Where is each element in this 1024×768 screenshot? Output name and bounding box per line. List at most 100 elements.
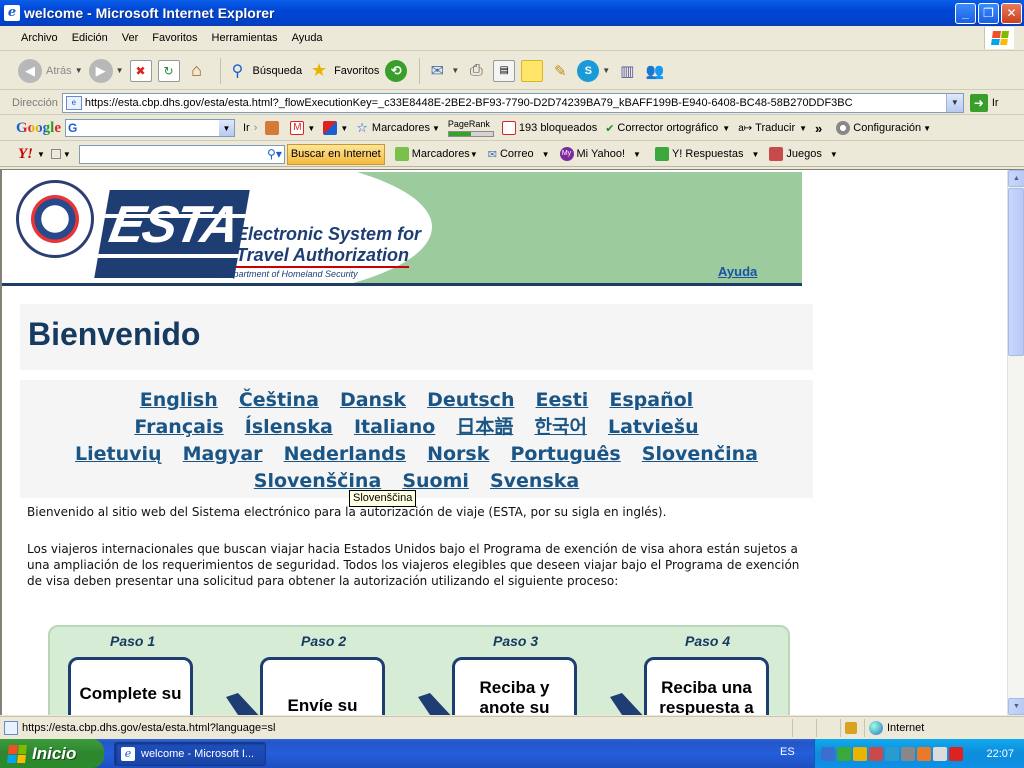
refresh-button[interactable]: ↻ [157,59,180,82]
lang-link-svenska[interactable]: Svenska [490,469,579,493]
taskbar: Inicio e welcome - Microsoft I... ES 22:… [0,739,1024,768]
lang-link-english[interactable]: English [140,388,218,412]
address-url[interactable]: https://esta.cbp.dhs.gov/esta/esta.html?… [85,97,946,109]
start-button[interactable]: Inicio [0,739,104,768]
language-indicator[interactable]: ES [780,746,795,758]
menu-archivo[interactable]: Archivo [14,32,65,44]
lang-link-islenska[interactable]: Íslenska [245,415,333,439]
yahoo-search-input[interactable]: ⚲▾ [78,144,285,164]
go-button[interactable]: ➜ Ir [969,93,999,112]
home-button[interactable]: ⌂ [186,60,208,82]
menu-ayuda[interactable]: Ayuda [285,32,330,44]
lang-link-dansk[interactable]: Dansk [340,388,406,412]
google-go-button[interactable]: Ir › [243,122,257,134]
gmail-button[interactable]: M ▼ [290,121,315,135]
zone-cell: Internet [864,718,1024,737]
google-bookmarks-button[interactable]: ☆ Marcadores ▼ [356,120,440,136]
google-apps-button[interactable]: ▼ [323,121,348,135]
address-input[interactable]: e https://esta.cbp.dhs.gov/esta/esta.htm… [61,92,964,113]
favorites-button[interactable]: ★ Favoritos [308,60,379,82]
minimize-button[interactable]: _ [955,2,976,24]
skype-button[interactable]: S ▼ [577,59,610,82]
menu-herramientas[interactable]: Herramientas [205,32,285,44]
menu-ver[interactable]: Ver [115,32,146,44]
lang-link-lietuviu[interactable]: Lietuvių [75,442,162,466]
my-yahoo-button[interactable]: My Mi Yahoo! ▼ [559,147,641,161]
magnifier-icon[interactable]: ⚲▾ [267,147,282,161]
spellcheck-button[interactable]: ✔ Corrector ortográfico ▼ [605,122,730,135]
lang-link-norsk[interactable]: Norsk [427,442,489,466]
lang-link-korean[interactable]: 한국어 [534,415,586,439]
vertical-scrollbar[interactable]: ▲ ▼ [1007,170,1024,715]
esta-logo-text: ESTA [105,196,243,254]
scroll-thumb[interactable] [1008,188,1024,356]
close-button[interactable]: ✕ [1001,2,1022,24]
lang-link-espanol[interactable]: Español [609,388,693,412]
security-cell[interactable] [840,718,864,737]
lang-link-magyar[interactable]: Magyar [183,442,263,466]
maximize-button[interactable]: ❐ [978,2,999,24]
print-button[interactable]: ⎙ [465,60,487,82]
google-search-dropdown-icon[interactable]: ▼ [219,120,234,136]
pagerank-indicator[interactable]: PageRank [447,119,494,137]
notes-button[interactable] [521,59,544,82]
lang-link-cestina[interactable]: Čeština [239,388,319,412]
research-book-button[interactable]: ▥ [616,60,638,82]
menu-edicion[interactable]: Edición [65,32,115,44]
yahoo-games-button[interactable]: Juegos ▼ [769,147,838,161]
google-settings-button[interactable]: Configuración ▼ [836,121,931,135]
lang-link-francais[interactable]: Français [134,415,223,439]
yahoo-logo[interactable]: Y! [18,146,33,163]
tray-icon[interactable] [901,746,915,761]
lang-link-japanese[interactable]: 日本語 [456,415,513,439]
google-logo[interactable]: Google [16,120,61,137]
yahoo-answers-button[interactable]: Y! Respuestas ▼ [654,147,759,161]
tray-icon[interactable] [821,746,835,761]
address-dropdown-icon[interactable]: ▼ [945,93,963,112]
more-chevron-button[interactable]: » [815,121,822,136]
speaker-icon[interactable] [933,746,947,761]
clock[interactable]: 22:07 [986,748,1014,760]
search-button[interactable]: ⚲ Búsqueda [227,60,302,82]
taskbar-ie-window[interactable]: e welcome - Microsoft I... [114,741,266,766]
google-news-button[interactable] [265,121,282,135]
lang-link-nederlands[interactable]: Nederlands [284,442,406,466]
forward-button[interactable]: ▶ ▼ [88,58,124,83]
research-button[interactable]: ✎ [549,60,571,82]
lang-link-latviesu[interactable]: Latviešu [608,415,699,439]
stop-button[interactable]: ✖ [129,59,152,82]
yahoo-mail-button[interactable]: ✉ Correo ▼ [488,148,550,161]
tray-icon[interactable] [885,746,899,761]
help-link[interactable]: Ayuda [718,264,757,279]
mail-button[interactable]: ✉ ▼ [426,60,460,82]
popup-blocker-button[interactable]: 193 bloqueados [501,121,598,135]
tray-icon[interactable] [837,746,851,761]
menu-favoritos[interactable]: Favoritos [145,32,204,44]
back-button[interactable]: ◀ Atrás ▼ [18,58,83,83]
lang-link-italiano[interactable]: Italiano [354,415,435,439]
lang-link-eesti[interactable]: Eesti [536,388,589,412]
tray-icon[interactable] [949,746,963,761]
google-search-input[interactable]: G ▼ [65,119,235,137]
yahoo-bookmarks-button[interactable]: Marcadores ▼ [394,147,478,161]
lang-link-slovencina[interactable]: Slovenčina [642,442,758,466]
translate-button[interactable]: a↦ Traducir ▼ [738,122,807,134]
scroll-up-icon[interactable]: ▲ [1008,170,1024,187]
scroll-down-icon[interactable]: ▼ [1008,698,1024,715]
messenger-button[interactable]: 👥 [644,60,666,82]
tray-icon[interactable] [853,746,867,761]
history-button[interactable]: ⟲ [385,59,408,82]
yahoo-options-icon[interactable] [50,149,61,159]
arrow-icon [226,693,259,715]
tray-icon[interactable] [869,746,883,761]
dropdown-arrow-icon[interactable]: ▼ [37,150,45,159]
yahoo-search-button[interactable]: Buscar en Internet [286,143,385,165]
answers-icon [654,147,669,161]
page-viewport: ESTA Electronic System for Travel Author… [0,169,1024,715]
tray-icon[interactable] [917,746,931,761]
popup-blocked-count: 193 bloqueados [518,122,598,134]
edit-button[interactable]: ▤ [493,59,516,82]
lang-link-deutsch[interactable]: Deutsch [427,388,514,412]
dropdown-arrow-icon[interactable]: ▼ [63,150,71,159]
lang-link-portugues[interactable]: Português [510,442,620,466]
